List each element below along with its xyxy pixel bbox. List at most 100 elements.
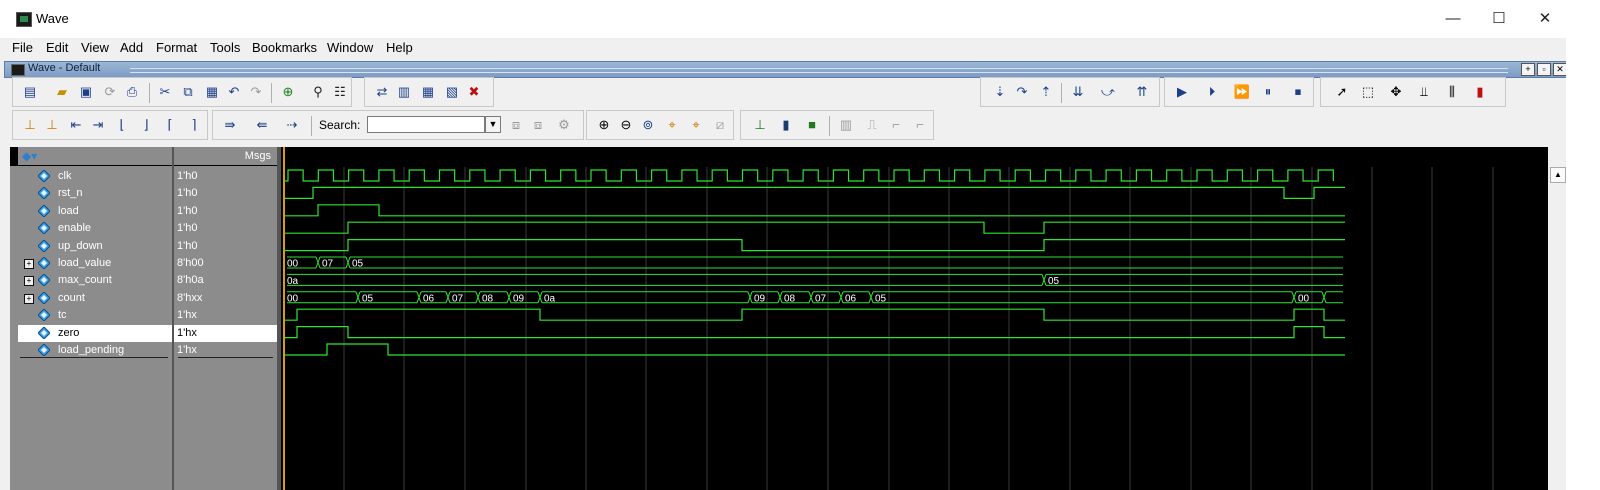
print-icon[interactable]: ⎙ [123,83,141,101]
next-edge-icon[interactable]: ⇥ [89,116,107,134]
zoom-mode-icon[interactable]: ⬚ [1359,83,1377,101]
copy-icon[interactable]: ⧉ [179,83,197,101]
step-over-icon[interactable]: ↷ [1013,83,1031,101]
continue-icon[interactable]: ⏵ [1203,83,1221,101]
maximize-button[interactable]: ☐ [1476,6,1522,32]
run-icon[interactable]: ▶ [1173,83,1191,101]
values-header[interactable]: Msgs [174,147,277,165]
find-next-icon[interactable]: ⇚ [253,116,271,134]
search-next-icon[interactable]: ⧈ [529,116,547,134]
step-out-icon[interactable]: ⇡ [1037,83,1055,101]
signal-names-header[interactable]: ◆▾ [18,147,173,165]
step-over-dropdown-icon[interactable]: ⤻ [1099,83,1117,101]
signal-row-count[interactable]: + count [18,290,172,307]
signal-value-row[interactable]: 1'h0 [174,238,277,255]
undo-icon[interactable]: ↶ [225,83,243,101]
signal-row-clk[interactable]: clk [18,168,172,185]
signal-value-row[interactable]: 1'h0 [174,168,277,185]
prev-rising-icon[interactable]: ⌈ [161,116,179,134]
step-into-icon[interactable]: ⇣ [991,83,1009,101]
wave-subwindow-header[interactable]: Wave - Default + ▫ ✕ [4,61,1599,78]
waveform-canvas[interactable]: 00 07 05 0a 05 00 05 06 07 08 09 0a 09 08 07 06 05 00 [281,147,1548,490]
redo-icon[interactable]: ↷ [247,83,265,101]
zoom-cursors-icon[interactable]: ⌖ [687,116,705,134]
menu-edit[interactable]: Edit [46,40,68,55]
drag-grip[interactable] [130,68,1508,73]
find-icon[interactable]: ⚲ [309,83,327,101]
signal-value-row[interactable]: 1'h0 [174,203,277,220]
signal-value-row[interactable]: 1'hx [174,324,277,342]
menu-help[interactable]: Help [386,40,413,55]
split-mode-icon[interactable]: ⫼ [1443,83,1461,101]
dataflow-icon[interactable]: ▥ [395,83,413,101]
signal-row-rst-n[interactable]: rst_n [18,185,172,202]
scroll-up-icon[interactable]: ▲ [1550,167,1566,183]
zoom-in-icon[interactable]: ⊕ [595,116,613,134]
menu-view[interactable]: View [81,40,109,55]
zoom-cursor-icon[interactable]: ⌖ [663,116,681,134]
edit-mode-icon[interactable]: ⫫ [1415,83,1433,101]
zoom-window-button[interactable]: ▫ [1537,63,1551,76]
save-icon[interactable]: ▣ [77,83,95,101]
fill-icon[interactable]: ■ [803,116,821,134]
next-rising-icon[interactable]: ⌉ [185,116,203,134]
cut-icon[interactable]: ✂ [156,83,174,101]
signal-value-row[interactable]: 8'h0a [174,272,277,289]
run-all-icon[interactable]: ⏩ [1233,83,1251,101]
stop-icon[interactable]: ⏹ [1289,83,1307,101]
signal-row-zero[interactable]: zero [18,324,172,342]
paste-icon[interactable]: ▦ [203,83,221,101]
step-out-dropdown-icon[interactable]: ⇈ [1133,83,1151,101]
zoom-region-icon[interactable]: ⧄ [711,116,729,134]
fall-wave-icon[interactable]: ⌐ [911,116,929,134]
close-button[interactable]: ✕ [1522,6,1568,32]
memory-icon[interactable]: ▦ [419,83,437,101]
expand-icon[interactable]: + [24,276,34,287]
signal-value-row[interactable]: 1'h0 [174,185,277,202]
close-pane-button[interactable]: ✕ [1553,63,1567,76]
select-pointer-icon[interactable]: ➚ [1333,83,1351,101]
menu-file[interactable]: File [12,40,33,55]
expand-icon[interactable]: + [24,293,34,304]
signal-row-load[interactable]: load [18,203,172,220]
cell-icon[interactable]: ▥ [837,116,855,134]
vertical-scrollbar[interactable]: ▲ [1548,147,1566,490]
signal-value-row[interactable]: 8'h00 [174,255,277,272]
break-run-icon[interactable]: ⏸ [1259,83,1277,101]
signal-value-row[interactable]: 1'hx [174,307,277,324]
undock-button[interactable]: + [1521,63,1535,76]
expand-icon[interactable]: + [24,259,34,269]
open-folder-icon[interactable]: ▰ [53,83,71,101]
add-icon[interactable]: ⊕ [279,83,297,101]
new-file-icon[interactable]: ▤ [21,83,39,101]
pan-mode-icon[interactable]: ✥ [1387,83,1405,101]
search-dropdown-icon[interactable]: ▼ [485,116,501,133]
zoom-out-icon[interactable]: ⊖ [617,116,635,134]
step-into-dropdown-icon[interactable]: ⇊ [1069,83,1087,101]
prev-edge-icon[interactable]: ⇤ [67,116,85,134]
find-prev-icon[interactable]: ⇛ [221,116,239,134]
signal-row-tc[interactable]: tc [18,307,172,324]
menu-tools[interactable]: Tools [210,40,240,55]
next-falling-icon[interactable]: ⌋ [137,116,155,134]
insert-cursor-icon[interactable]: ⊥ [21,116,39,134]
menu-format[interactable]: Format [156,40,197,55]
signal-row-load-value[interactable]: + load_value [18,255,172,272]
prev-falling-icon[interactable]: ⌊ [113,116,131,134]
find-transition-icon[interactable]: ⇢ [283,116,301,134]
delete-cursor-icon[interactable]: ⊥ [43,116,61,134]
signal-value-row[interactable]: 8'hxx [174,290,277,307]
signal-row-enable[interactable]: enable [18,220,172,237]
signal-row-max-count[interactable]: + max_count [18,272,172,289]
signal-menu-icon[interactable]: ◆▾ [22,149,37,163]
menu-bookmarks[interactable]: Bookmarks [252,40,317,55]
format-icon[interactable]: ☷ [331,83,349,101]
stoplight-icon[interactable]: ▮ [1471,83,1489,101]
search-options-icon[interactable]: ⚙ [555,116,573,134]
menu-window[interactable]: Window [327,40,373,55]
search-input[interactable] [367,116,485,133]
bookmark-icon[interactable]: ▧ [443,83,461,101]
break-icon[interactable]: ⇄ [373,83,391,101]
signal-value-row[interactable]: 1'h0 [174,220,277,237]
menu-add[interactable]: Add [120,40,143,55]
